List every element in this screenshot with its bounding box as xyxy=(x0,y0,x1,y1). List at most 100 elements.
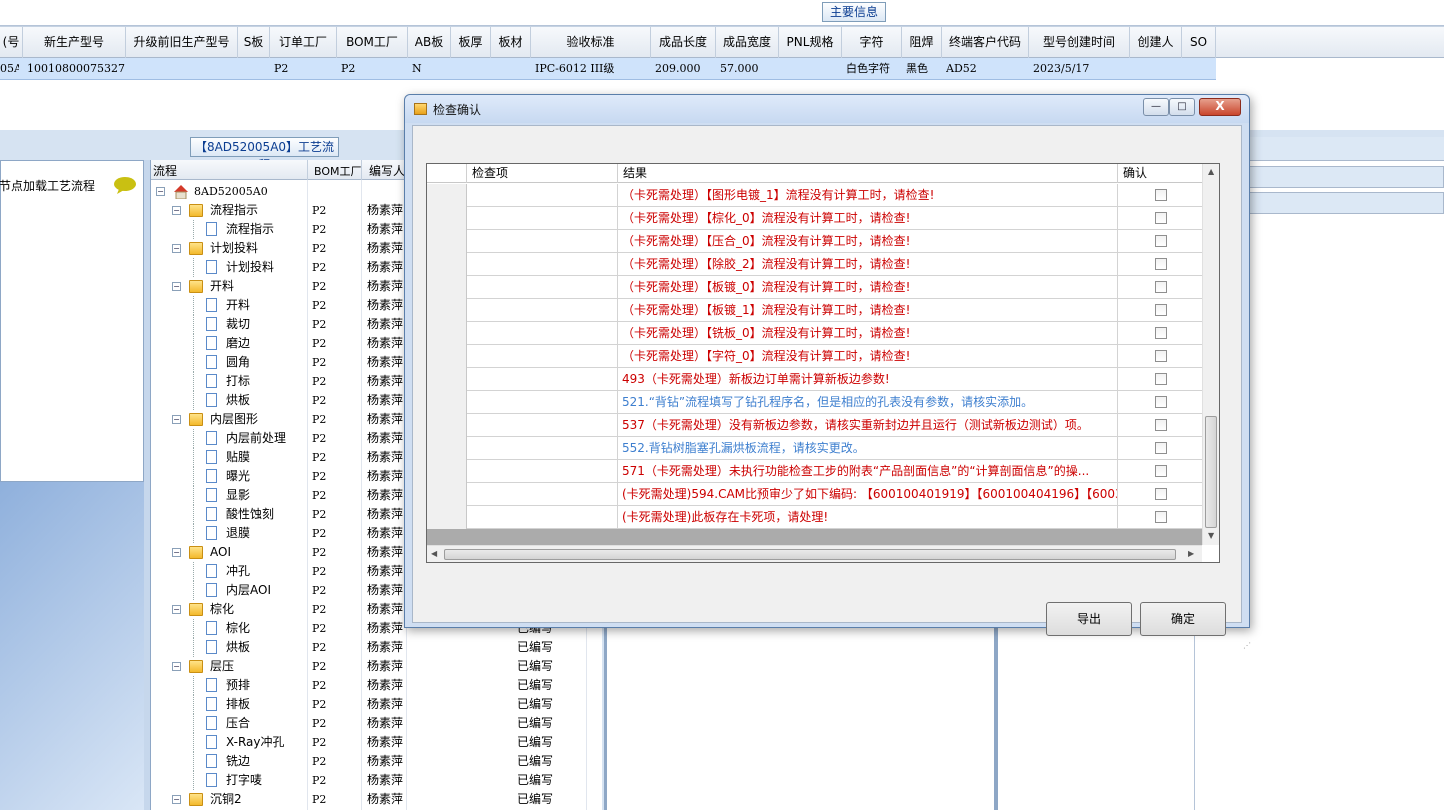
collapse-icon[interactable]: − xyxy=(172,282,181,291)
horizontal-scrollbar[interactable]: ◀ ▶ xyxy=(427,545,1202,562)
top-grid-row[interactable]: 05A010010800075327P2P2NIPC-6012 III级209.… xyxy=(0,58,1216,80)
tree-node-label[interactable]: 贴膜 xyxy=(226,448,250,467)
confirm-checkbox[interactable] xyxy=(1155,511,1167,523)
tree-node-label[interactable]: 磨边 xyxy=(226,334,250,353)
row-selector[interactable] xyxy=(427,322,467,345)
tree-node[interactable]: − 沉铜2 P2 杨素萍 已编写 xyxy=(151,790,603,809)
result-cell[interactable]: (卡死需处理)594.CAM比预审少了如下编码: 【600100401919】【… xyxy=(618,483,1118,506)
grid-row[interactable]: (卡死需处理)此板存在卡死项，请处理! xyxy=(427,506,1202,529)
grid-row[interactable]: （卡死需处理）【除胶_2】流程没有计算工时，请检查! xyxy=(427,253,1202,276)
top-row-cell[interactable]: AD52 xyxy=(946,58,1029,79)
confirm-checkbox[interactable] xyxy=(1155,465,1167,477)
top-header-cell[interactable]: S板 xyxy=(238,27,270,58)
check-item-cell[interactable] xyxy=(467,322,618,345)
result-cell[interactable]: （卡死需处理）【图形电镀_1】流程没有计算工时，请检查! xyxy=(618,184,1118,207)
tree-node[interactable]: 烘板 P2 杨素萍 已编写 xyxy=(151,638,603,657)
tree-header-bom[interactable]: BOM工厂 xyxy=(314,163,362,179)
tree-node-label[interactable]: 退膜 xyxy=(226,524,250,543)
top-row-cell[interactable]: 白色字符 xyxy=(846,58,902,79)
top-header-cell[interactable]: PNL规格 xyxy=(779,27,842,58)
tree-header-flow[interactable]: 流程 xyxy=(153,162,177,179)
tree-node-label[interactable]: 铣边 xyxy=(226,752,250,771)
tree-node-label[interactable]: 排板 xyxy=(226,695,250,714)
check-item-cell[interactable] xyxy=(467,345,618,368)
result-cell[interactable]: （卡死需处理）【字符_0】流程没有计算工时，请检查! xyxy=(618,345,1118,368)
check-item-cell[interactable] xyxy=(467,414,618,437)
check-item-cell[interactable] xyxy=(467,276,618,299)
grid-row[interactable]: 493（卡死需处理）新板边订单需计算新板边参数! xyxy=(427,368,1202,391)
row-selector[interactable] xyxy=(427,345,467,368)
confirm-checkbox[interactable] xyxy=(1155,396,1167,408)
row-selector[interactable] xyxy=(427,230,467,253)
top-row-cell[interactable] xyxy=(1186,58,1216,79)
check-item-cell[interactable] xyxy=(467,506,618,529)
row-selector[interactable] xyxy=(427,276,467,299)
check-item-cell[interactable] xyxy=(467,391,618,414)
top-row-cell[interactable]: 10010800075327 xyxy=(27,58,126,79)
top-row-cell[interactable]: 57.000 xyxy=(720,58,779,79)
check-item-cell[interactable] xyxy=(467,483,618,506)
top-row-cell[interactable]: P2 xyxy=(274,58,337,79)
resize-grip-icon[interactable]: ⋰ xyxy=(1243,641,1253,651)
result-cell[interactable]: （卡死需处理）【板镀_1】流程没有计算工时，请检查! xyxy=(618,299,1118,322)
scroll-right-icon[interactable]: ▶ xyxy=(1188,549,1194,558)
top-row-cell[interactable] xyxy=(1134,58,1182,79)
result-cell[interactable]: 521.“背钻”流程填写了钻孔程序名，但是相应的孔表没有参数，请核实添加。 xyxy=(618,391,1118,414)
top-header-cell[interactable]: 成品长度 xyxy=(651,27,716,58)
top-header-cell[interactable]: AB板 xyxy=(408,27,451,58)
tree-header-author[interactable]: 编写人 xyxy=(369,162,405,179)
tree-node-label[interactable]: 裁切 xyxy=(226,315,250,334)
tree-node-label[interactable]: 开料 xyxy=(210,277,234,296)
top-row-cell[interactable]: 2023/5/17 xyxy=(1033,58,1130,79)
top-header-cell[interactable]: 升级前旧生产型号 xyxy=(126,27,238,58)
export-button[interactable]: 导出 xyxy=(1046,602,1132,636)
check-item-cell[interactable] xyxy=(467,253,618,276)
confirm-checkbox[interactable] xyxy=(1155,281,1167,293)
result-cell[interactable]: （卡死需处理）【板镀_0】流程没有计算工时，请检查! xyxy=(618,276,1118,299)
horizontal-scroll-thumb[interactable] xyxy=(444,549,1176,560)
check-item-cell[interactable] xyxy=(467,299,618,322)
top-row-cell[interactable] xyxy=(455,58,491,79)
top-header-cell[interactable]: SO xyxy=(1182,27,1216,58)
tree-node-label[interactable]: 内层AOI xyxy=(226,581,271,600)
collapse-icon[interactable]: − xyxy=(172,415,181,424)
tree-node-label[interactable]: 层压 xyxy=(210,657,234,676)
tree-node[interactable]: 压合 P2 杨素萍 已编写 xyxy=(151,714,603,733)
tree-node[interactable]: X-Ray冲孔 P2 杨素萍 已编写 xyxy=(151,733,603,752)
maximize-button[interactable]: □ xyxy=(1169,98,1195,116)
tree-node[interactable]: 铣边 P2 杨素萍 已编写 xyxy=(151,752,603,771)
check-item-cell[interactable] xyxy=(467,184,618,207)
top-header-cell[interactable]: 成品宽度 xyxy=(716,27,779,58)
grid-row[interactable]: (卡死需处理)594.CAM比预审少了如下编码: 【600100401919】【… xyxy=(427,483,1202,506)
grid-row[interactable]: （卡死需处理）【字符_0】流程没有计算工时，请检查! xyxy=(427,345,1202,368)
tree-node-label[interactable]: 冲孔 xyxy=(226,562,250,581)
tree-node-label[interactable]: 内层前处理 xyxy=(226,429,286,448)
result-cell[interactable]: （卡死需处理）【压合_0】流程没有计算工时，请检查! xyxy=(618,230,1118,253)
tree-node-label[interactable]: 流程指示 xyxy=(210,201,258,220)
row-selector[interactable] xyxy=(427,184,467,207)
row-selector[interactable] xyxy=(427,207,467,230)
ok-button[interactable]: 确定 xyxy=(1140,602,1226,636)
top-row-cell[interactable]: 05A0 xyxy=(0,58,19,79)
collapse-icon[interactable]: − xyxy=(172,795,181,804)
tree-node-label[interactable]: 压合 xyxy=(226,714,250,733)
row-selector[interactable] xyxy=(427,460,467,483)
row-selector[interactable] xyxy=(427,483,467,506)
top-header-cell[interactable]: 字符 xyxy=(842,27,902,58)
tree-node-label[interactable]: 棕化 xyxy=(226,619,250,638)
grid-row[interactable]: 537（卡死需处理）没有新板边参数，请核实重新封边并且运行（测试新板边测试）项。 xyxy=(427,414,1202,437)
collapse-icon[interactable]: − xyxy=(172,662,181,671)
tree-node-label[interactable]: 流程指示 xyxy=(226,220,274,239)
result-cell[interactable]: 537（卡死需处理）没有新板边参数，请核实重新封边并且运行（测试新板边测试）项。 xyxy=(618,414,1118,437)
tree-node-label[interactable]: 计划投料 xyxy=(210,239,258,258)
vertical-scrollbar[interactable]: ▲ ▼ xyxy=(1202,164,1219,545)
row-selector[interactable] xyxy=(427,299,467,322)
root-node-label[interactable]: 8AD52005A0 xyxy=(194,182,268,201)
top-row-cell[interactable] xyxy=(242,58,270,79)
tree-node-label[interactable]: 开料 xyxy=(226,296,250,315)
scroll-up-icon[interactable]: ▲ xyxy=(1208,167,1214,176)
check-item-cell[interactable] xyxy=(467,368,618,391)
scroll-left-icon[interactable]: ◀ xyxy=(431,549,437,558)
result-cell[interactable]: （卡死需处理）【除胶_2】流程没有计算工时，请检查! xyxy=(618,253,1118,276)
row-selector[interactable] xyxy=(427,414,467,437)
